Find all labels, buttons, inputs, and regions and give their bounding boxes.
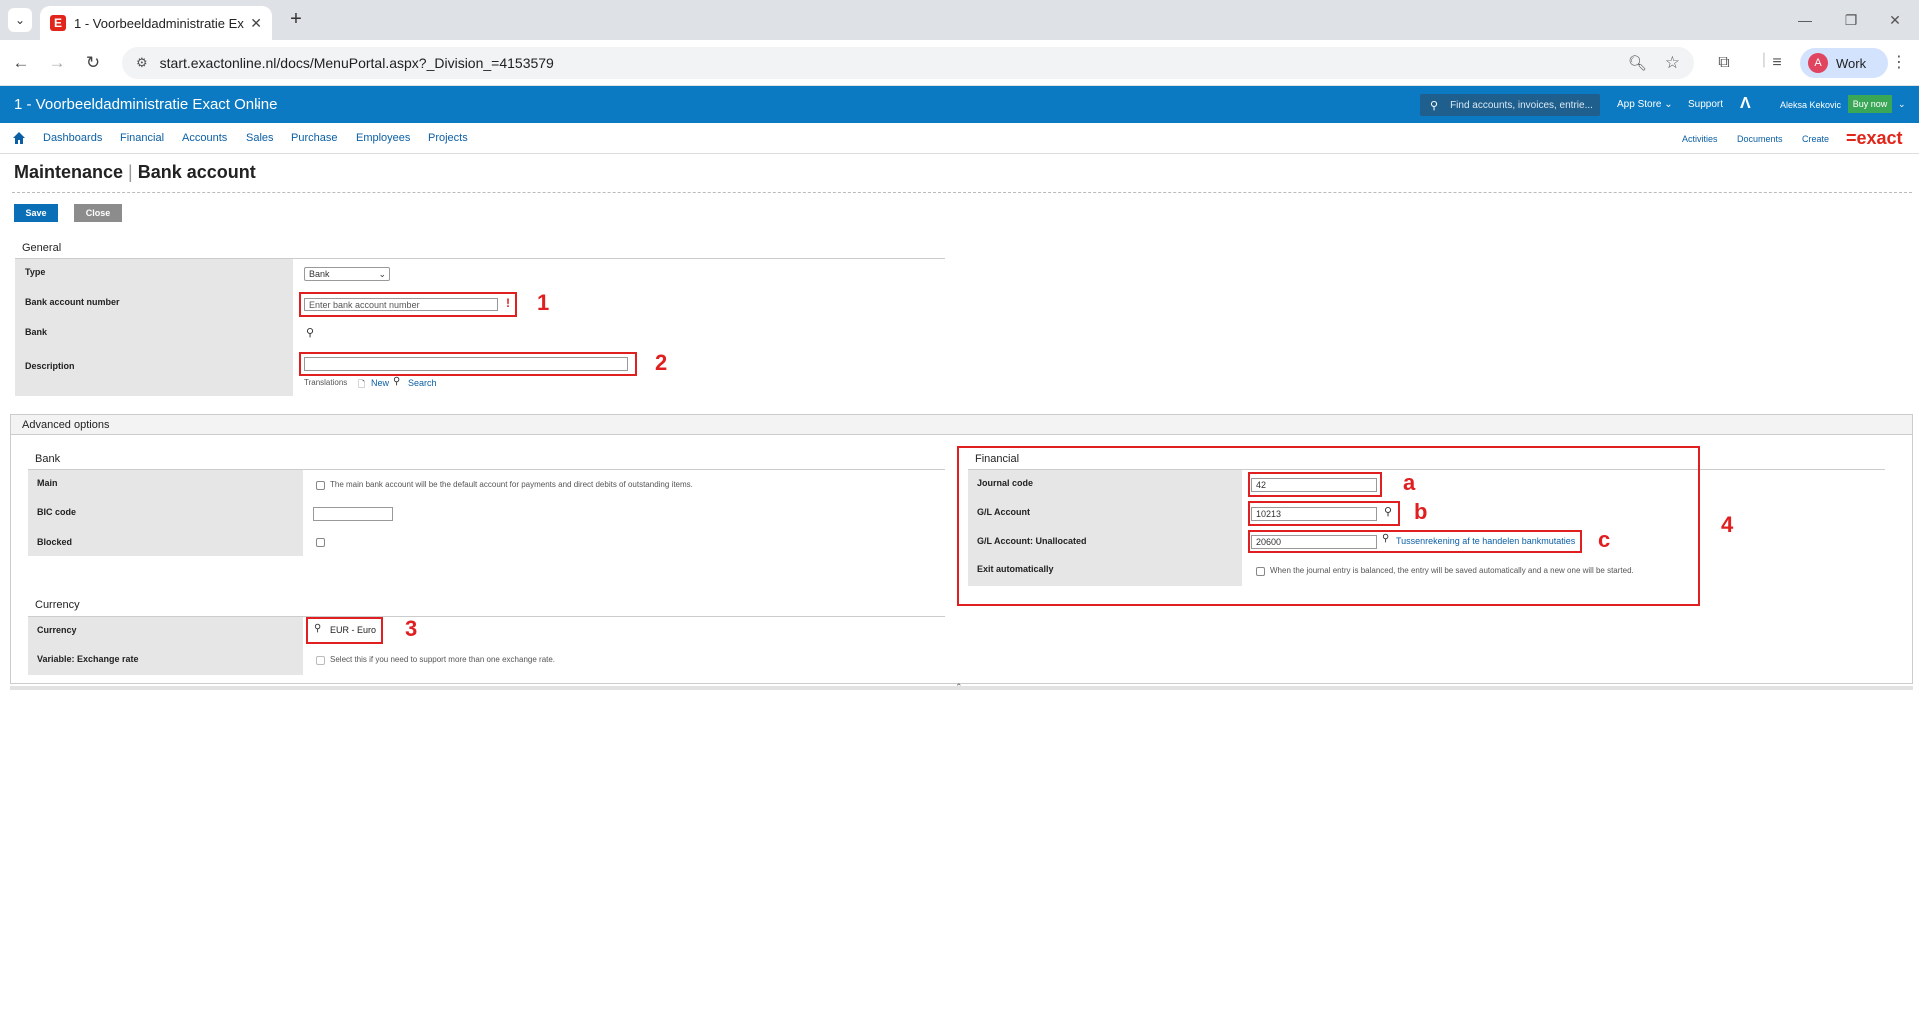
zoom-icon[interactable]: 🔍︎	[1628, 54, 1647, 72]
save-button[interactable]: Save	[14, 204, 58, 222]
new-tab-button[interactable]: +	[283, 8, 309, 32]
exact-logo[interactable]: =exact	[1846, 128, 1903, 149]
close-button[interactable]: Close	[74, 204, 122, 222]
search-icon: ⚲	[1430, 99, 1439, 112]
browser-tab-active[interactable]: E 1 - Voorbeeldadministratie Exa ✕	[40, 6, 272, 40]
advanced-options-title: Advanced options	[22, 419, 110, 431]
annotation-box-3	[306, 617, 383, 644]
menu-item-dashboards[interactable]: Dashboards	[43, 132, 102, 144]
global-search-placeholder: Find accounts, invoices, entrie...	[1450, 99, 1593, 111]
chevron-down-icon[interactable]: ⌄	[254, 99, 262, 110]
translations-label: Translations	[304, 378, 348, 387]
blocked-checkbox[interactable]	[316, 538, 325, 547]
description-label: Description	[25, 361, 75, 371]
site-info-icon[interactable]: ⚙	[136, 55, 148, 71]
extensions-icon[interactable]: ⧉	[1712, 52, 1736, 74]
tab-search-button[interactable]: ⌄	[8, 8, 32, 32]
exchange-rate-label: Variable: Exchange rate	[37, 654, 139, 664]
annotation-label-2: 2	[655, 350, 668, 375]
annotation-box-2	[299, 352, 637, 376]
title-divider	[12, 192, 1912, 193]
bookmark-star-icon[interactable]: ☆	[1665, 53, 1680, 73]
advanced-options-header[interactable]	[11, 415, 1912, 435]
buy-now-button[interactable]: Buy now	[1848, 95, 1892, 113]
general-section-title: General	[22, 242, 62, 254]
new-translation-link[interactable]: New	[371, 378, 389, 388]
annotation-label-1: 1	[537, 290, 550, 315]
exact-logo-icon[interactable]: Λ	[1740, 95, 1751, 113]
menu-item-activities[interactable]: Activities	[1682, 134, 1718, 144]
minimize-icon[interactable]: —	[1790, 8, 1820, 32]
menu-item-accounts[interactable]: Accounts	[182, 132, 227, 144]
main-label: Main	[37, 478, 58, 488]
search-icon: ⚲	[393, 376, 401, 387]
menu-item-purchase[interactable]: Purchase	[291, 132, 337, 144]
chevron-down-icon: ⌄	[14, 13, 26, 27]
search-translation-link[interactable]: Search	[408, 378, 437, 388]
url-text: start.exactonline.nl/docs/MenuPortal.asp…	[159, 55, 554, 71]
chevron-down-icon: ⌄	[378, 269, 386, 279]
chevron-down-icon[interactable]: ⌄	[1898, 99, 1906, 110]
menu-item-documents[interactable]: Documents	[1737, 134, 1783, 144]
media-control-icon[interactable]: ≡	[1765, 52, 1789, 74]
exchange-rate-hint: Select this if you need to support more …	[330, 655, 556, 664]
menu-item-projects[interactable]: Projects	[428, 132, 468, 144]
menu-item-employees[interactable]: Employees	[356, 132, 410, 144]
bank-label: Bank	[25, 327, 48, 337]
chevron-up-icon[interactable]: ⌃	[955, 682, 963, 693]
main-checkbox[interactable]	[316, 481, 325, 490]
menu-item-sales[interactable]: Sales	[246, 132, 274, 144]
type-label: Type	[25, 267, 46, 277]
search-icon[interactable]: ⚲	[306, 326, 314, 339]
general-label-column	[15, 259, 293, 396]
bic-code-label: BIC code	[37, 507, 77, 517]
annotation-box-1	[299, 292, 517, 317]
bank-account-number-label: Bank account number	[25, 297, 120, 307]
main-menu	[0, 124, 1919, 154]
back-icon[interactable]: ←	[8, 50, 34, 76]
address-bar[interactable]: ⚙ start.exactonline.nl/docs/MenuPortal.a…	[122, 47, 1694, 79]
bank-section-title: Bank	[35, 453, 61, 465]
annotation-box-4	[957, 446, 1700, 606]
menu-item-financial[interactable]: Financial	[120, 132, 164, 144]
currency-section-title: Currency	[35, 599, 80, 611]
forward-icon[interactable]: →	[44, 50, 70, 76]
app-store-menu[interactable]: App Store ⌄	[1617, 99, 1673, 110]
type-select[interactable]: Bank ⌄	[304, 267, 390, 281]
bic-code-input[interactable]	[313, 507, 393, 521]
menu-item-create[interactable]: Create	[1802, 134, 1829, 144]
reload-icon[interactable]: ↻	[80, 50, 106, 76]
annotation-label-3: 3	[405, 616, 418, 641]
exact-favicon-icon: E	[50, 15, 66, 31]
restore-icon[interactable]: ❐	[1836, 8, 1866, 32]
currency-label: Currency	[37, 625, 77, 635]
global-search-input[interactable]: ⚲ Find accounts, invoices, entrie...	[1420, 94, 1600, 116]
tab-title: 1 - Voorbeeldadministratie Exa	[74, 15, 244, 31]
page-title: Maintenance | Bank account	[14, 162, 256, 182]
avatar: A	[1808, 53, 1828, 73]
document-icon: 🗋	[358, 379, 366, 389]
support-link[interactable]: Support	[1688, 99, 1723, 110]
division-title[interactable]: 1 - Voorbeeldadministratie Exact Online	[14, 96, 277, 113]
home-icon[interactable]	[12, 131, 26, 145]
blocked-label: Blocked	[37, 537, 73, 547]
main-hint: The main bank account will be the defaul…	[330, 480, 693, 489]
user-name[interactable]: Aleksa Kekovic	[1780, 100, 1841, 110]
close-tab-icon[interactable]: ✕	[250, 15, 262, 32]
more-menu-icon[interactable]: ⋮	[1890, 52, 1908, 74]
window-close-icon[interactable]: ✕	[1880, 8, 1910, 32]
annotation-label-4: 4	[1721, 512, 1734, 537]
profile-button[interactable]: A Work	[1800, 48, 1888, 78]
exchange-rate-checkbox[interactable]	[316, 656, 325, 665]
profile-label: Work	[1836, 55, 1867, 71]
